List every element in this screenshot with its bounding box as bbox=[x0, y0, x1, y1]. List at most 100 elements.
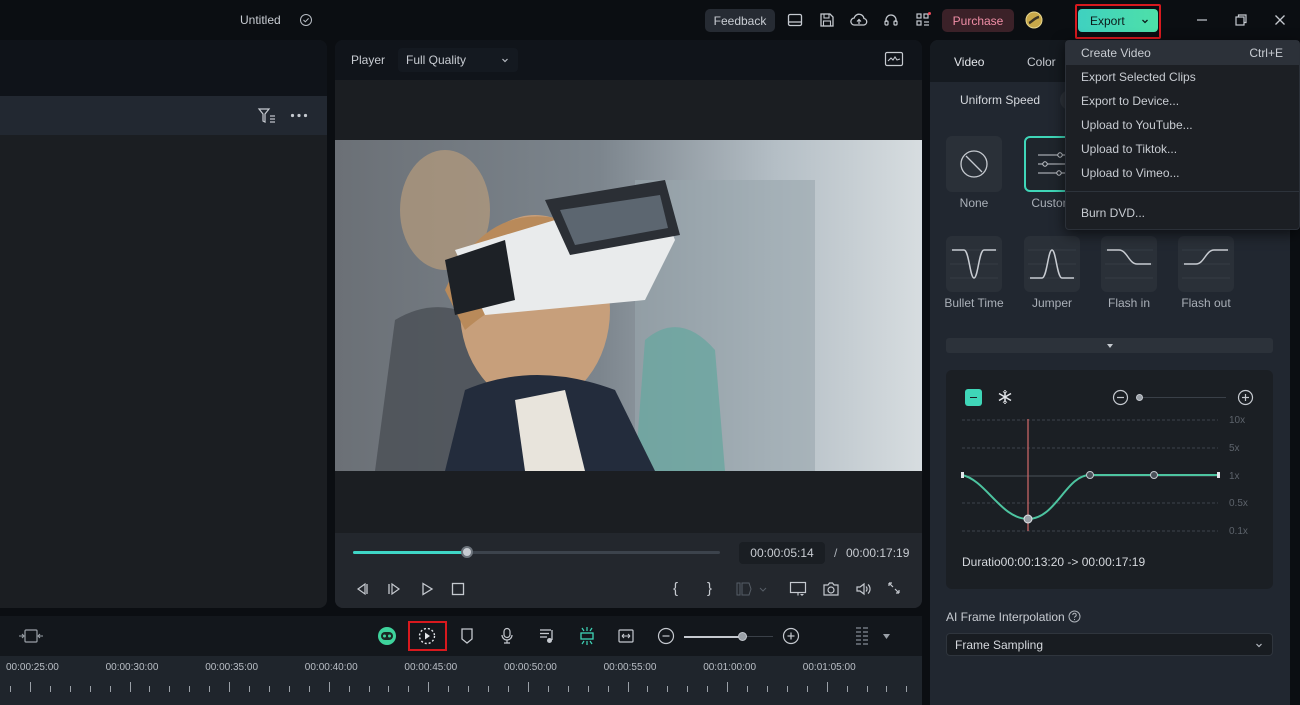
more-options-icon[interactable] bbox=[290, 113, 308, 118]
caret-down-icon[interactable] bbox=[883, 634, 890, 639]
menu-item-upload-tiktok[interactable]: Upload to Tiktok... bbox=[1066, 137, 1299, 161]
speed-ramp-play-icon[interactable] bbox=[418, 627, 436, 645]
previous-frame-icon[interactable] bbox=[354, 581, 370, 597]
apps-grid-icon[interactable] bbox=[913, 10, 933, 30]
quality-value: Full Quality bbox=[406, 53, 467, 67]
menu-item-create-video[interactable]: Create Video Ctrl+E bbox=[1066, 41, 1299, 65]
caret-down-icon bbox=[1106, 343, 1113, 348]
expand-presets-button[interactable] bbox=[946, 338, 1273, 353]
snapshot-icon[interactable] bbox=[822, 580, 840, 598]
ruler-label: 00:00:55:00 bbox=[603, 662, 657, 673]
zoom-out-icon[interactable] bbox=[1112, 389, 1129, 406]
playback-scrubber[interactable] bbox=[460, 546, 473, 558]
cloud-upload-icon[interactable] bbox=[849, 10, 869, 30]
marker-icon[interactable] bbox=[459, 627, 475, 645]
preset-label: Flash out bbox=[1181, 296, 1231, 310]
fit-timeline-icon[interactable] bbox=[617, 627, 635, 645]
zoom-in-icon[interactable] bbox=[782, 627, 800, 645]
quality-select[interactable]: Full Quality bbox=[398, 48, 518, 72]
restore-icon[interactable] bbox=[1231, 10, 1251, 30]
menu-item-export-selected-clips[interactable]: Export Selected Clips bbox=[1066, 65, 1299, 89]
microphone-icon[interactable] bbox=[499, 627, 515, 645]
freeze-icon[interactable] bbox=[996, 388, 1014, 406]
next-frame-icon[interactable] bbox=[386, 581, 402, 597]
preset-flash-out[interactable] bbox=[1178, 236, 1234, 292]
preset-bullet-time[interactable] bbox=[946, 236, 1002, 292]
minimize-icon[interactable] bbox=[1192, 10, 1212, 30]
menu-item-label: Create Video bbox=[1081, 46, 1151, 60]
stop-icon[interactable] bbox=[450, 581, 466, 597]
frame-interpolation-select[interactable]: Frame Sampling bbox=[946, 633, 1273, 656]
ruler-tick bbox=[129, 682, 131, 692]
ruler-tick bbox=[428, 682, 430, 692]
ruler-tick bbox=[607, 686, 609, 692]
bullet-time-curve-icon bbox=[950, 249, 998, 279]
video-preview[interactable] bbox=[335, 140, 922, 471]
timeline-zoom-slider[interactable] bbox=[684, 632, 773, 641]
headset-icon[interactable] bbox=[881, 10, 901, 30]
avatar-icon[interactable] bbox=[1024, 10, 1044, 30]
ruler-tick bbox=[747, 686, 749, 692]
close-icon[interactable] bbox=[1270, 10, 1290, 30]
remove-keyframe-button[interactable] bbox=[965, 389, 982, 406]
uniform-speed-tab[interactable]: Uniform Speed bbox=[960, 93, 1040, 107]
preset-label: Jumper bbox=[1031, 296, 1072, 310]
preset-label: None bbox=[959, 196, 989, 210]
preset-jumper[interactable] bbox=[1024, 236, 1080, 292]
menu-item-upload-youtube[interactable]: Upload to YouTube... bbox=[1066, 113, 1299, 137]
feedback-button[interactable]: Feedback bbox=[705, 9, 775, 32]
preset-none[interactable] bbox=[946, 136, 1002, 192]
ruler-label: 00:01:00:00 bbox=[703, 662, 757, 673]
menu-item-upload-vimeo[interactable]: Upload to Vimeo... bbox=[1066, 161, 1299, 185]
ruler-tick bbox=[846, 686, 848, 692]
tab-video[interactable]: Video bbox=[954, 55, 984, 69]
fullscreen-icon[interactable] bbox=[886, 580, 902, 596]
menu-item-burn-dvd[interactable]: Burn DVD... bbox=[1066, 201, 1299, 225]
insert-clip-icon bbox=[736, 581, 768, 597]
auto-sync-icon[interactable] bbox=[577, 626, 597, 646]
chevron-down-icon bbox=[500, 55, 510, 65]
audio-list-icon[interactable] bbox=[538, 627, 556, 645]
curve-start-handle bbox=[961, 472, 964, 478]
filter-icon[interactable] bbox=[257, 107, 277, 125]
menu-item-export-to-device[interactable]: Export to Device... bbox=[1066, 89, 1299, 113]
ruler-label: 00:00:25:00 bbox=[6, 662, 59, 673]
ruler-tick bbox=[408, 686, 410, 692]
menu-item-label: Export Selected Clips bbox=[1081, 70, 1196, 84]
ruler-tick bbox=[448, 686, 450, 692]
save-icon[interactable] bbox=[817, 10, 837, 30]
volume-icon[interactable] bbox=[854, 580, 872, 598]
ruler-tick bbox=[886, 686, 888, 692]
playback-progress-track[interactable] bbox=[353, 546, 720, 558]
check-circle-icon bbox=[299, 13, 313, 27]
mark-out-icon[interactable]: } bbox=[707, 580, 712, 597]
curve-zoom-slider[interactable] bbox=[1136, 394, 1226, 401]
zoom-out-icon[interactable] bbox=[657, 627, 675, 645]
keyframe-point bbox=[1023, 514, 1033, 524]
mark-in-icon[interactable]: { bbox=[673, 580, 678, 597]
image-adjust-icon[interactable] bbox=[884, 51, 904, 67]
preset-flash-in[interactable] bbox=[1101, 236, 1157, 292]
play-icon[interactable] bbox=[419, 581, 435, 597]
ruler-label: 00:00:45:00 bbox=[404, 662, 458, 673]
purchase-button[interactable]: Purchase bbox=[942, 9, 1014, 32]
menu-divider bbox=[1066, 191, 1299, 192]
ruler-tick bbox=[786, 686, 788, 692]
track-height-icon[interactable] bbox=[855, 626, 869, 648]
current-time[interactable]: 00:00:05:14 bbox=[739, 542, 825, 564]
timeline-ruler[interactable]: 00:00:25:00 00:00:30:00 00:00:35:00 00:00:4… bbox=[0, 656, 922, 705]
ruler-tick bbox=[567, 686, 569, 692]
ruler-tick bbox=[308, 686, 310, 692]
curve-zoom-knob[interactable] bbox=[1136, 394, 1143, 401]
tab-color[interactable]: Color bbox=[1027, 55, 1056, 69]
ruler-tick bbox=[488, 686, 490, 692]
zoom-in-icon[interactable] bbox=[1237, 389, 1254, 406]
layout-icon[interactable] bbox=[785, 10, 805, 30]
menu-item-label: Burn DVD... bbox=[1081, 206, 1146, 220]
ruler-tick bbox=[268, 686, 270, 692]
display-settings-icon[interactable] bbox=[789, 580, 807, 598]
split-clip-icon[interactable] bbox=[18, 628, 44, 644]
timeline-zoom-knob[interactable] bbox=[737, 632, 747, 641]
help-icon[interactable] bbox=[1068, 610, 1081, 623]
ai-copilot-icon[interactable] bbox=[377, 626, 397, 646]
